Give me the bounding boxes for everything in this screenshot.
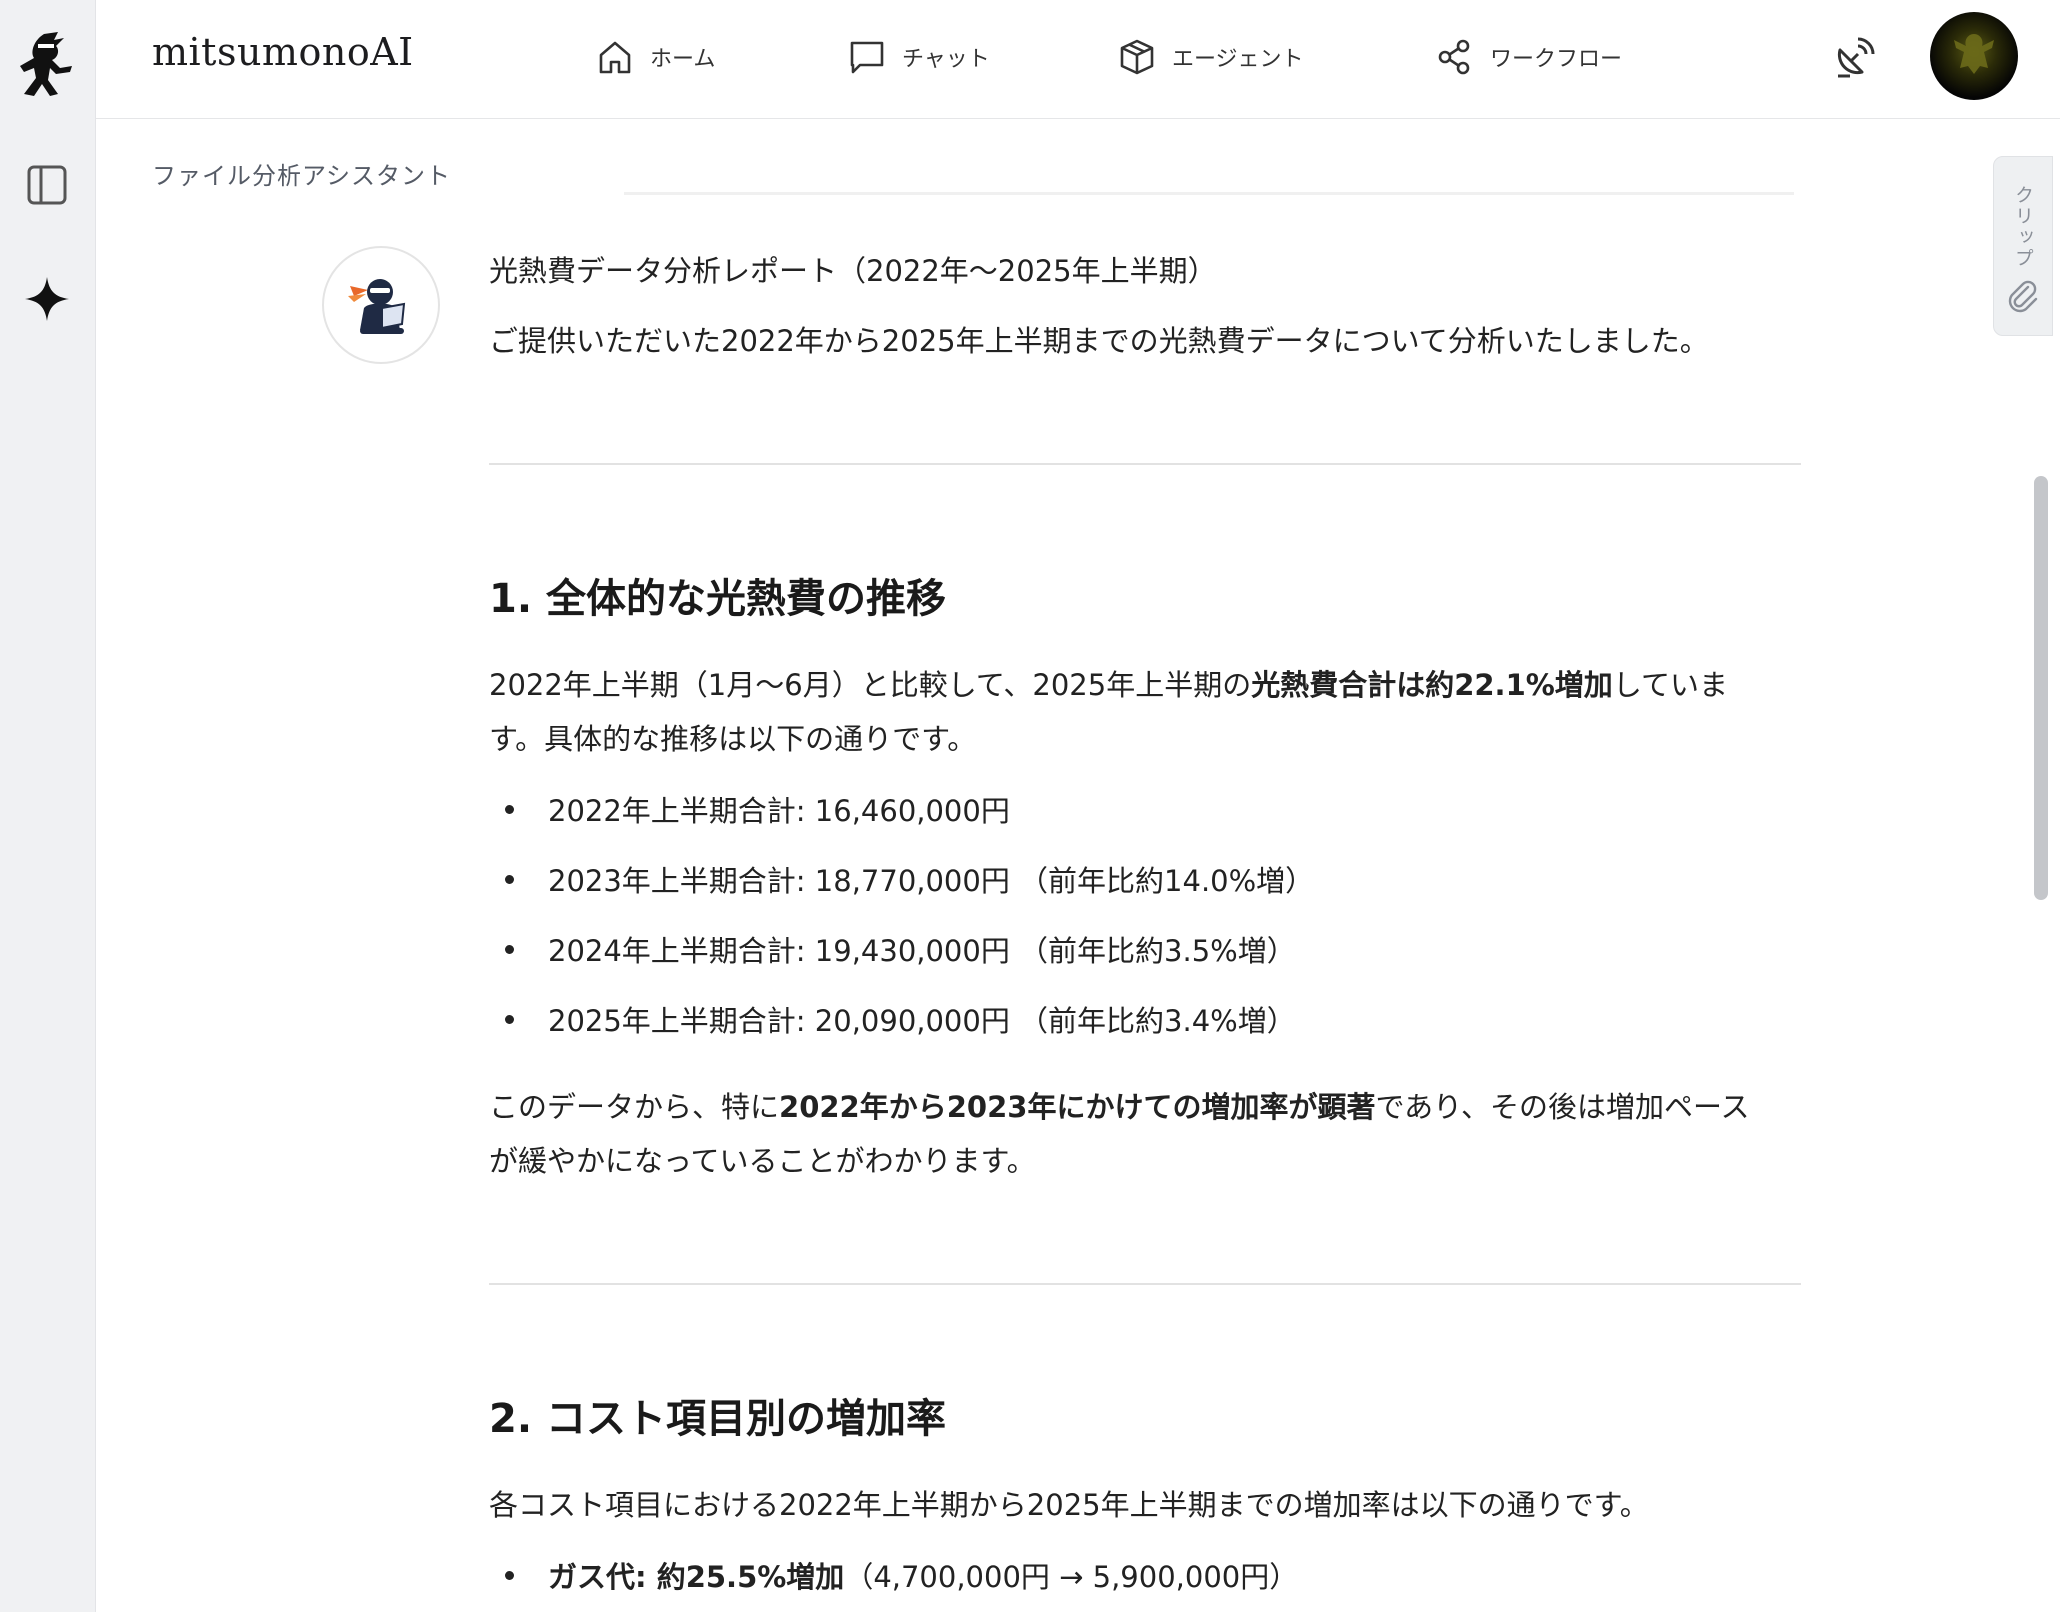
bullet: [505, 874, 514, 884]
s1-p2-text-a: このデータから、特に: [489, 1090, 780, 1124]
nav-workflow-label: ワークフロー: [1490, 47, 1623, 72]
clip-tab[interactable]: クリップ: [1993, 156, 2053, 336]
list-item-text: 2024年上半期合計: 19,430,000円 （前年比約3.5%増）: [548, 934, 1296, 968]
bullet: [505, 804, 514, 814]
sidebar-toggle-button[interactable]: [22, 160, 72, 210]
section-1-paragraph: 2022年上半期（1月～6月）と比較して、2025年上半期の光熱費合計は約22.…: [489, 658, 1728, 712]
sidebar-panel-icon: [27, 165, 67, 205]
sparkle-button[interactable]: [22, 274, 72, 324]
report-title: 光熱費データ分析レポート（2022年～2025年上半期）: [489, 254, 1217, 288]
scrollbar-thumb[interactable]: [2034, 476, 2048, 900]
nav-workflow[interactable]: ワークフロー: [1436, 34, 1622, 80]
top-divider: [624, 192, 1794, 195]
list-item-text: 2022年上半期合計: 16,460,000円: [548, 794, 1010, 828]
cube-icon: [1120, 39, 1154, 75]
s1-p1-text-c: していま: [1612, 668, 1728, 702]
list-item: 2024年上半期合計: 19,430,000円 （前年比約3.5%増）: [489, 924, 1296, 974]
share-nodes-icon: [1438, 39, 1470, 75]
ninja-logo-icon[interactable]: [14, 28, 76, 100]
list-item: ガス代: 約25.5%増加 （4,700,000円 → 5,900,000円）: [489, 1550, 1298, 1600]
section-2-heading: 2. コスト項目別の増加率: [489, 1396, 946, 1442]
nav-home-label: ホーム: [650, 47, 716, 72]
nav-chat-label: チャット: [902, 47, 990, 72]
report-intro: ご提供いただいた2022年から2025年上半期までの光熱費データについて分析いた…: [489, 324, 1709, 358]
list-item-bold: ガス代: 約25.5%増加: [548, 1560, 845, 1594]
s1-p2-text-c: であり、その後は増加ペース: [1375, 1090, 1750, 1124]
top-header: mitsumonoAI ホーム チャット エージェント ワークフロー: [96, 0, 2060, 119]
ninja-reading-icon: [348, 279, 406, 334]
chat-bubble-icon: [850, 41, 884, 74]
section-1-summary: このデータから、特に2022年から2023年にかけての増加率が顕著であり、その後…: [489, 1080, 1750, 1134]
brand-name[interactable]: mitsumonoAI: [152, 30, 414, 74]
nav-agent-label: エージェント: [1172, 47, 1304, 72]
section-2-paragraph: 各コスト項目における2022年上半期から2025年上半期までの増加率は以下の通り…: [489, 1488, 1649, 1522]
bullet: [505, 944, 514, 954]
list-item: 2025年上半期合計: 20,090,000円 （前年比約3.4%増）: [489, 994, 1296, 1044]
satellite-dish-icon[interactable]: [1830, 36, 1876, 82]
list-item: 2022年上半期合計: 16,460,000円: [489, 784, 1010, 834]
nav-agent[interactable]: エージェント: [1118, 34, 1304, 80]
user-avatar-figure-icon: [1954, 34, 1994, 74]
breadcrumb: ファイル分析アシスタント: [152, 162, 452, 190]
user-avatar[interactable]: [1930, 12, 2018, 100]
s1-p2-bold: 2022年から2023年にかけての増加率が顕著: [779, 1090, 1376, 1124]
section-1-paragraph-cont: す。具体的な推移は以下の通りです。: [489, 722, 977, 756]
section-1-summary-cont: が緩やかになっていることがわかります。: [489, 1144, 1036, 1178]
bullet: [505, 1570, 514, 1580]
home-icon: [599, 41, 631, 74]
list-item-text: （4,700,000円 → 5,900,000円）: [844, 1560, 1299, 1594]
nav-home[interactable]: ホーム: [596, 34, 715, 80]
s1-p1-bold: 光熱費合計は約22.1%増加: [1251, 668, 1613, 702]
list-item-text: 2023年上半期合計: 18,770,000円 （前年比約14.0%増）: [548, 864, 1315, 898]
nav-chat[interactable]: チャット: [848, 34, 990, 80]
divider-2: [489, 1283, 1801, 1285]
left-rail: [0, 0, 96, 1612]
list-item: 2023年上半期合計: 18,770,000円 （前年比約14.0%増）: [489, 854, 1314, 904]
assistant-avatar: [322, 246, 440, 364]
s1-p1-text-a: 2022年上半期（1月～6月）と比較して、2025年上半期の: [489, 668, 1252, 702]
sparkle-icon: [25, 277, 69, 321]
clip-label: クリップ: [2012, 185, 2034, 269]
bullet: [505, 1014, 514, 1024]
divider-1: [489, 463, 1801, 465]
paperclip-icon: [2008, 280, 2038, 313]
list-item-text: 2025年上半期合計: 20,090,000円 （前年比約3.4%増）: [548, 1004, 1296, 1038]
section-1-heading: 1. 全体的な光熱費の推移: [489, 576, 946, 622]
